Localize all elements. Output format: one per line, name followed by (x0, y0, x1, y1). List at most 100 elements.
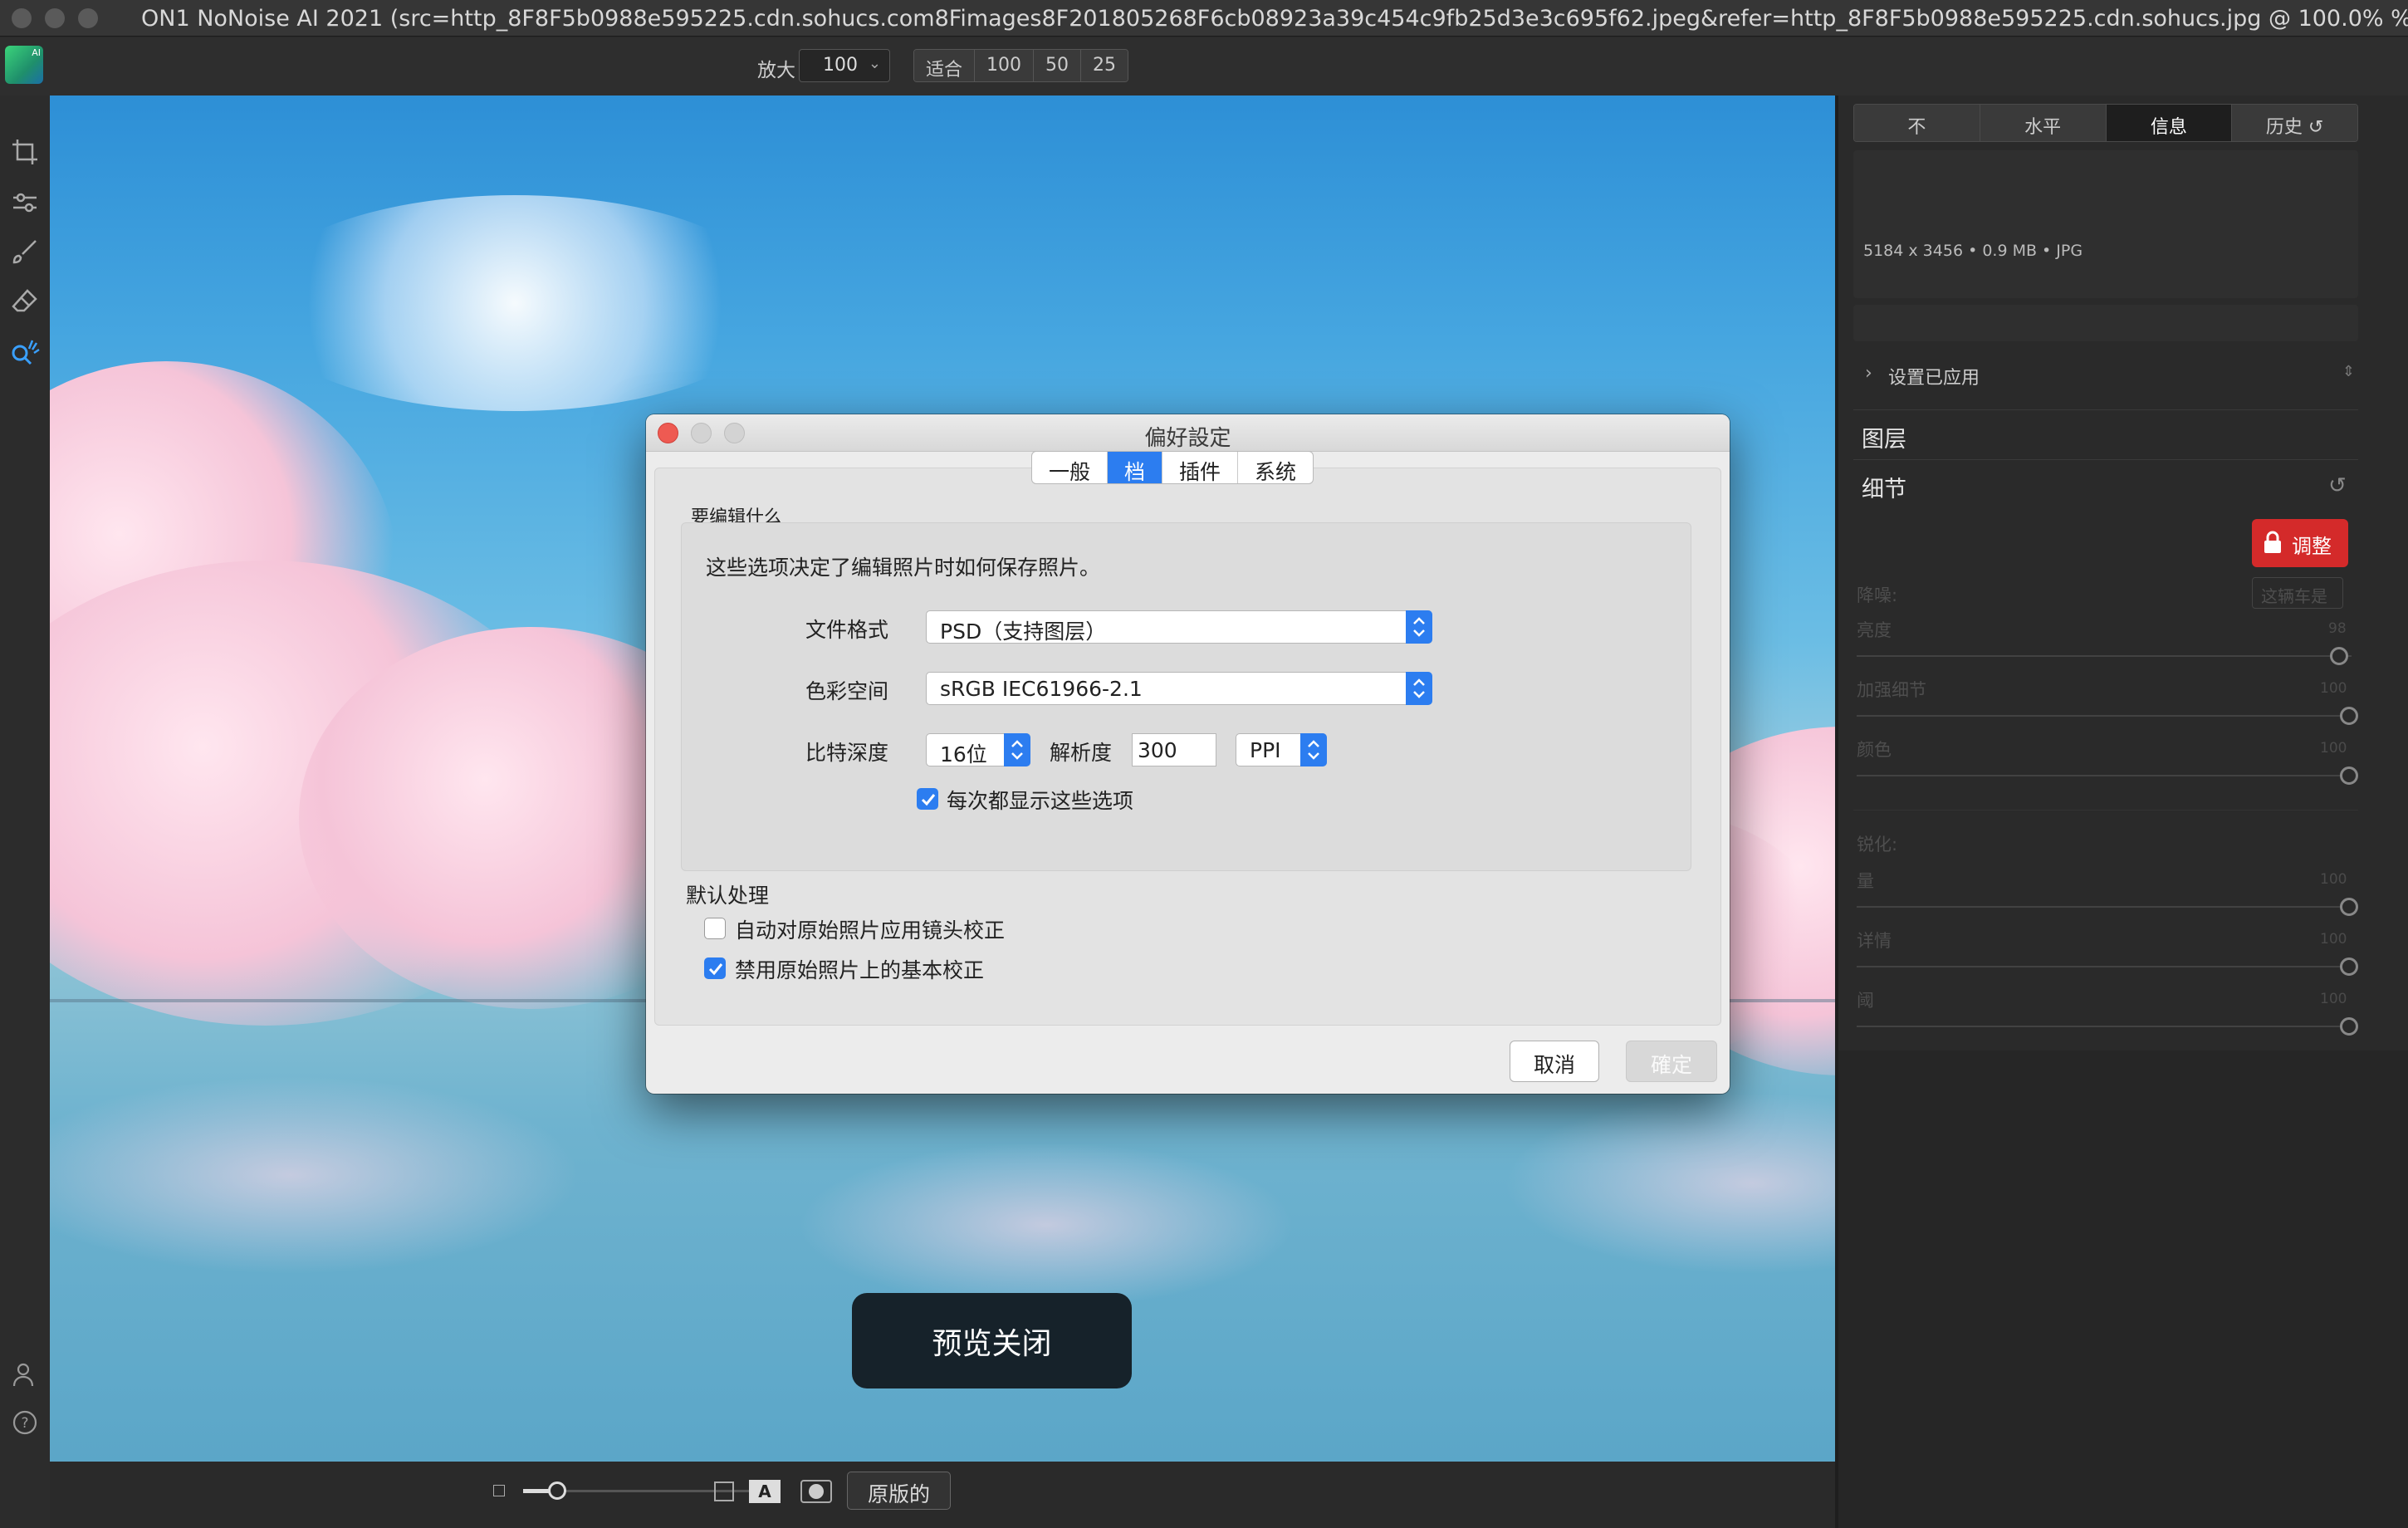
small-thumb-icon[interactable] (493, 1485, 505, 1496)
window-close-button[interactable] (12, 8, 32, 28)
denoise-mode-chip[interactable]: 这辆车是 (2252, 577, 2343, 609)
reset-icon[interactable]: ↺ (2328, 473, 2347, 498)
water-reflection (1503, 1092, 1835, 1275)
info-box: 5184 x 3456 • 0.9 MB • JPG (1853, 150, 2358, 298)
bottom-bar: A 原版的 (50, 1462, 1835, 1528)
tab-history[interactable]: 历史 ↺ (2232, 105, 2357, 141)
svg-text:?: ? (21, 1415, 28, 1432)
default-processing-label: 默认处理 (686, 884, 770, 908)
window-title: ON1 NoNoise AI 2021 (src=http_8F8F5b0988… (141, 6, 2408, 32)
window-minimize-button[interactable] (45, 8, 65, 28)
user-icon[interactable] (8, 1358, 42, 1391)
edit-description: 这些选项决定了编辑照片时如何保存照片。 (706, 556, 1101, 580)
zoom-100-button[interactable]: 100 (975, 50, 1035, 81)
zoom-select-value: 100 (823, 55, 858, 76)
zoom-50-button[interactable]: 50 (1034, 50, 1082, 81)
lens-correction-label: 自动对原始照片应用镜头校正 (735, 918, 1006, 943)
updown-arrow-icon (1004, 733, 1030, 766)
cancel-button[interactable]: 取消 (1510, 1041, 1599, 1082)
brightness-slider-track[interactable] (1857, 655, 2352, 657)
top-toolbar: 放大 100 ⌄ 适合 100 50 25 (0, 37, 2408, 96)
resolution-unit-popup[interactable]: PPI (1236, 733, 1327, 766)
window-zoom-button[interactable] (78, 8, 98, 28)
adjust-lock-button[interactable]: 调整 (2252, 519, 2348, 567)
color-slider-knob[interactable] (2340, 766, 2358, 785)
panel-empty-area (1838, 1050, 2408, 1528)
threshold-slider-knob[interactable] (2340, 1017, 2358, 1036)
lens-correction-checkbox[interactable] (704, 918, 726, 939)
sharpen-label: 锐化: (1857, 835, 1898, 855)
show-options-label: 每次都显示这些选项 (947, 789, 1134, 813)
left-toolbar: ? (0, 96, 50, 1528)
tab-levels[interactable]: 水平 (1980, 105, 2107, 141)
tab-files[interactable]: 档 (1108, 452, 1163, 483)
tab-plugins[interactable]: 插件 (1162, 452, 1239, 483)
chevron-right-icon: › (1865, 363, 1872, 384)
zoom-select[interactable]: 100 ⌄ (799, 49, 890, 82)
eraser-icon[interactable] (8, 285, 42, 318)
help-icon[interactable]: ? (8, 1406, 42, 1439)
divider (1853, 459, 2358, 460)
detail-slider-track[interactable] (1857, 966, 2352, 967)
image-info-text: 5184 x 3456 • 0.9 MB • JPG (1863, 242, 2083, 260)
tab-system[interactable]: 系统 (1238, 452, 1313, 483)
adjust-button-label: 调整 (2292, 535, 2332, 558)
bit-depth-popup[interactable]: 16位 (926, 733, 1030, 766)
dialog-title-bar: 偏好設定 (646, 414, 1730, 452)
color-space-label: 色彩空间 (805, 679, 888, 703)
ok-button[interactable]: 確定 (1626, 1041, 1717, 1082)
resolution-unit-value: PPI (1250, 738, 1281, 762)
slider-label: 颜色 (1857, 740, 1892, 760)
file-format-label: 文件格式 (805, 618, 888, 642)
app-logo-icon (5, 46, 43, 84)
show-options-checkbox[interactable] (917, 788, 938, 810)
zoom-25-button[interactable]: 25 (1081, 50, 1128, 81)
color-space-popup[interactable]: sRGB IEC61966-2.1 (926, 672, 1432, 705)
slider-label: 阈 (1857, 991, 1874, 1011)
zoom-fit-button[interactable]: 适合 (914, 50, 976, 81)
settings-applied-row[interactable]: › 设置已应用 ⇕ (1853, 355, 2358, 396)
settings-applied-label: 设置已应用 (1888, 368, 1980, 389)
resolution-input[interactable]: 300 (1132, 733, 1216, 766)
tab-none[interactable]: 不 (1854, 105, 1980, 141)
preferences-dialog: 偏好設定 一般 档 插件 系统 要编辑什么 这些选项决定了编辑照片时如何保存照片… (646, 414, 1730, 1094)
enhance-detail-slider-track[interactable] (1857, 715, 2352, 717)
large-thumb-icon[interactable] (714, 1481, 734, 1501)
disable-basic-checkbox[interactable] (704, 957, 726, 979)
slider-label: 详情 (1857, 931, 1892, 951)
water-reflection (797, 1142, 1295, 1308)
zoom-hand-icon[interactable] (8, 335, 42, 368)
resolution-label: 解析度 (1050, 741, 1113, 765)
right-panel: 不 水平 信息 历史 ↺ 5184 x 3456 • 0.9 MB • JPG … (1835, 96, 2408, 1528)
tab-general[interactable]: 一般 (1032, 452, 1109, 483)
divider (1853, 810, 2358, 811)
size-slider-knob[interactable] (548, 1481, 566, 1500)
color-slider-track[interactable] (1857, 775, 2352, 776)
panel-tab-bar: 不 水平 信息 历史 ↺ (1853, 104, 2358, 142)
chevron-down-icon: ⌄ (868, 55, 881, 72)
view-a-icon[interactable]: A (749, 1480, 781, 1503)
mask-view-icon[interactable] (800, 1480, 832, 1503)
updown-arrow-icon: ⇕ (2342, 363, 2355, 380)
amount-slider-track[interactable] (1857, 906, 2352, 908)
file-format-value: PSD（支持图层） (940, 620, 1107, 644)
original-button[interactable]: 原版的 (847, 1472, 951, 1510)
disable-basic-label: 禁用原始照片上的基本校正 (735, 958, 985, 982)
details-title: 细节 (1862, 477, 1906, 502)
brush-icon[interactable] (8, 235, 42, 268)
amount-slider-knob[interactable] (2340, 898, 2358, 916)
updown-arrow-icon (1406, 672, 1432, 705)
crop-icon[interactable] (8, 135, 42, 169)
adjust-sliders-icon[interactable] (8, 185, 42, 218)
zoom-preset-group: 适合 100 50 25 (913, 49, 1129, 82)
enhance-detail-slider-knob[interactable] (2340, 707, 2358, 725)
bit-depth-label: 比特深度 (805, 741, 888, 765)
slider-label: 亮度 (1857, 620, 1892, 640)
threshold-slider-track[interactable] (1857, 1026, 2352, 1027)
file-format-popup[interactable]: PSD（支持图层） (926, 610, 1432, 644)
detail-slider-knob[interactable] (2340, 957, 2358, 976)
tab-info[interactable]: 信息 (2106, 105, 2233, 141)
color-space-value: sRGB IEC61966-2.1 (940, 677, 1143, 701)
brightness-slider-knob[interactable] (2330, 647, 2348, 665)
divider (1853, 409, 2358, 410)
